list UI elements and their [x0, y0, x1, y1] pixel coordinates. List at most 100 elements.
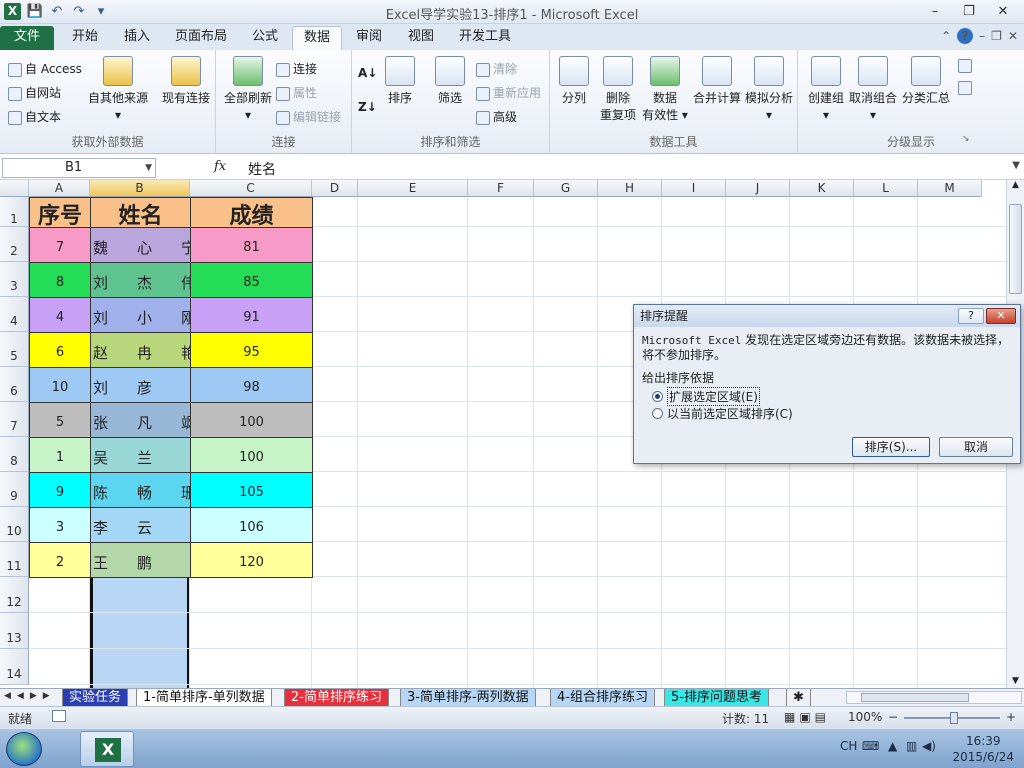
- sort-descending-icon[interactable]: Z↓: [358, 100, 377, 114]
- reapply-button[interactable]: 重新应用: [476, 84, 541, 101]
- cell-seq[interactable]: 4: [29, 297, 91, 333]
- cell-score[interactable]: 91: [190, 297, 313, 333]
- tab-formulas[interactable]: 公式: [240, 26, 290, 50]
- zoom-in-button[interactable]: +: [1006, 710, 1016, 724]
- row-header-12[interactable]: 12: [0, 577, 29, 613]
- formula-input[interactable]: 姓名: [248, 159, 276, 179]
- cell-score[interactable]: 95: [190, 332, 313, 368]
- cell-score[interactable]: 100: [190, 402, 313, 438]
- hide-detail-icon[interactable]: [958, 80, 975, 95]
- cell-name[interactable]: 吴兰: [90, 437, 191, 473]
- column-header-m[interactable]: M: [918, 180, 982, 197]
- cell-name[interactable]: 李云: [90, 507, 191, 543]
- cell-score[interactable]: 120: [190, 542, 313, 578]
- minimize-ribbon-icon[interactable]: ⌃: [941, 29, 951, 43]
- start-button-icon[interactable]: [6, 732, 42, 766]
- sort-button[interactable]: 排序: [382, 56, 418, 107]
- from-text-button[interactable]: 自文本: [8, 108, 61, 125]
- vertical-scroll-thumb[interactable]: [1009, 204, 1022, 294]
- tab-file[interactable]: 文件: [0, 26, 54, 50]
- cell-name[interactable]: 刘彦: [90, 367, 191, 403]
- insert-function-icon[interactable]: fx: [214, 159, 226, 174]
- name-box[interactable]: B1 ▼: [2, 158, 156, 178]
- sheet-tab-2[interactable]: 2-简单排序练习: [284, 689, 389, 707]
- macro-record-icon[interactable]: [52, 710, 66, 722]
- cell-name[interactable]: 赵冉艳: [90, 332, 191, 368]
- system-clock[interactable]: 16:39 2015/6/24: [952, 733, 1014, 765]
- clear-button[interactable]: 清除: [476, 60, 517, 77]
- cell-score[interactable]: 106: [190, 507, 313, 543]
- row-header-1[interactable]: 1: [0, 197, 29, 227]
- doc-restore-icon[interactable]: ❐: [991, 29, 1002, 43]
- cell-seq[interactable]: 5: [29, 402, 91, 438]
- sheet-tab-4[interactable]: 4-组合排序练习: [550, 689, 655, 707]
- row-header-11[interactable]: 11: [0, 542, 29, 577]
- name-box-dropdown-icon[interactable]: ▼: [145, 159, 152, 177]
- cell-seq[interactable]: 7: [29, 227, 91, 263]
- sheet-tab-1[interactable]: 1-简单排序-单列数据: [136, 689, 272, 707]
- column-header-f[interactable]: F: [468, 180, 534, 197]
- volume-icon[interactable]: ◀): [922, 739, 936, 753]
- cell-seq[interactable]: 10: [29, 367, 91, 403]
- sheet-tab-0[interactable]: 实验任务: [62, 689, 129, 707]
- column-header-b[interactable]: B: [90, 180, 190, 197]
- expand-formula-bar-icon[interactable]: ▼: [1012, 160, 1020, 171]
- column-header-h[interactable]: H: [598, 180, 662, 197]
- radio-expand-selection[interactable]: 扩展选定区域(E): [652, 387, 760, 406]
- scroll-up-icon[interactable]: ▲: [1007, 180, 1024, 190]
- column-header-i[interactable]: I: [662, 180, 726, 197]
- row-header-6[interactable]: 6: [0, 367, 29, 402]
- cell-name[interactable]: 王鹏: [90, 542, 191, 578]
- subtotal-button[interactable]: 分类汇总: [900, 56, 952, 107]
- ungroup-button[interactable]: 取消组合 ▾: [848, 56, 898, 124]
- sheet-nav-arrows[interactable]: ◀◀▶▶: [4, 691, 56, 701]
- column-header-e[interactable]: E: [358, 180, 468, 197]
- column-header-k[interactable]: K: [790, 180, 854, 197]
- view-buttons[interactable]: ▦▣▤: [784, 710, 830, 724]
- cell-seq[interactable]: 2: [29, 542, 91, 578]
- row-header-3[interactable]: 3: [0, 262, 29, 297]
- cell-score[interactable]: 98: [190, 367, 313, 403]
- horizontal-scrollbar[interactable]: [846, 691, 1022, 704]
- row-header-13[interactable]: 13: [0, 613, 29, 649]
- restore-button[interactable]: ❐: [952, 2, 986, 22]
- filter-button[interactable]: 筛选: [428, 56, 472, 107]
- radio-current-selection[interactable]: 以当前选定区域排序(C): [652, 405, 793, 422]
- horizontal-scroll-thumb[interactable]: [861, 693, 969, 702]
- column-header-g[interactable]: G: [534, 180, 598, 197]
- cell-name[interactable]: 张凡飒: [90, 402, 191, 438]
- what-if-analysis-button[interactable]: 模拟分析 ▾: [742, 56, 796, 124]
- cell-seq[interactable]: 3: [29, 507, 91, 543]
- tab-view[interactable]: 视图: [396, 26, 446, 50]
- cell-seq[interactable]: 8: [29, 262, 91, 298]
- network-icon[interactable]: ▥: [906, 739, 917, 753]
- zoom-out-button[interactable]: −: [888, 710, 898, 724]
- row-header-10[interactable]: 10: [0, 507, 29, 542]
- cell-score[interactable]: 81: [190, 227, 313, 263]
- header-cell-seq[interactable]: 序号: [29, 197, 91, 228]
- refresh-all-button[interactable]: 全部刷新 ▾: [220, 56, 276, 124]
- cell-seq[interactable]: 6: [29, 332, 91, 368]
- column-header-j[interactable]: J: [726, 180, 790, 197]
- tab-home[interactable]: 开始: [60, 26, 110, 50]
- sort-confirm-button[interactable]: 排序(S)...: [852, 437, 930, 457]
- row-header-14[interactable]: 14: [0, 649, 29, 685]
- existing-connections-button[interactable]: 现有连接: [158, 56, 214, 107]
- doc-close-icon[interactable]: ✕: [1008, 29, 1018, 43]
- group-button[interactable]: 创建组 ▾: [802, 56, 850, 124]
- edit-links-button[interactable]: 编辑链接: [276, 108, 341, 125]
- doc-minimize-icon[interactable]: –: [979, 29, 985, 43]
- cell-score[interactable]: 85: [190, 262, 313, 298]
- tab-review[interactable]: 审阅: [344, 26, 394, 50]
- taskbar-excel-button[interactable]: X: [80, 731, 134, 767]
- consolidate-button[interactable]: 合并计算: [690, 56, 744, 107]
- dialog-close-button[interactable]: ✕: [986, 308, 1016, 324]
- tab-insert[interactable]: 插入: [112, 26, 162, 50]
- header-cell-score[interactable]: 成绩: [190, 197, 313, 228]
- cancel-button[interactable]: 取消: [939, 437, 1013, 457]
- insert-sheet-icon[interactable]: ✱: [786, 689, 811, 707]
- row-header-9[interactable]: 9: [0, 472, 29, 507]
- cell-score[interactable]: 105: [190, 472, 313, 508]
- select-all-corner[interactable]: [0, 180, 29, 197]
- from-web-button[interactable]: 自网站: [8, 84, 61, 101]
